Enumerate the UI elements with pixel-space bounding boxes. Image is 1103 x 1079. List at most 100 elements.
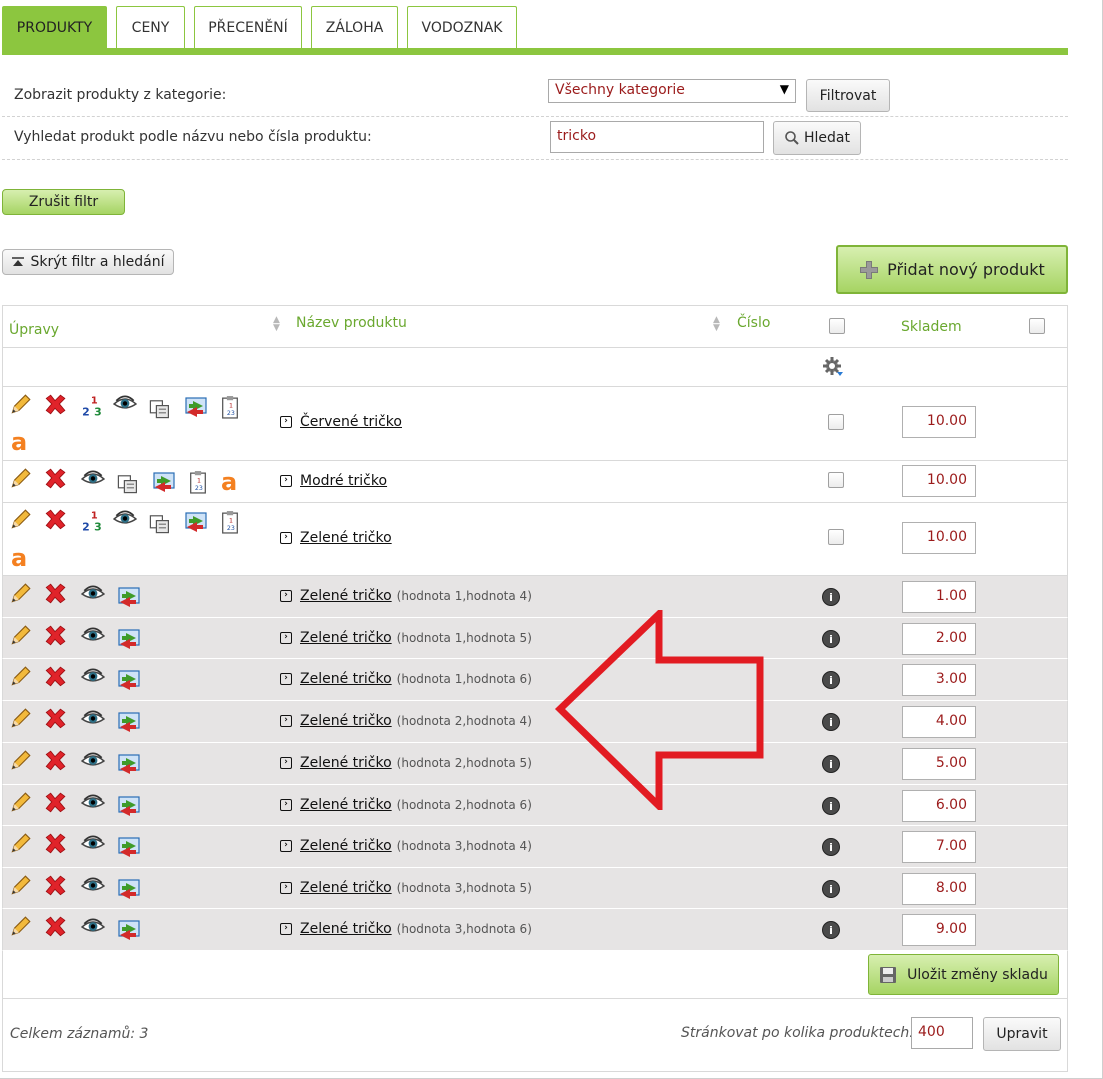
expand-icon[interactable]: › [280, 840, 292, 852]
info-icon[interactable]: i [822, 630, 840, 648]
product-link[interactable]: Zelené tričko [300, 838, 392, 854]
pencil-icon[interactable] [8, 874, 32, 898]
product-link[interactable]: Zelené tričko [300, 630, 392, 646]
expand-icon[interactable]: › [280, 632, 292, 644]
delete-icon[interactable] [43, 467, 67, 491]
expand-icon[interactable]: › [280, 673, 292, 685]
amazon-icon[interactable]: a [11, 430, 27, 454]
product-name[interactable]: › Zelené tričko (hodnota 3,hodnota 4) [280, 838, 532, 854]
product-name[interactable]: › Zelené tričko [280, 530, 392, 546]
eye-icon[interactable] [81, 832, 105, 856]
clipboard-icon[interactable] [218, 395, 242, 419]
transfer-icon[interactable] [116, 710, 140, 734]
search-button[interactable]: Hledat [773, 121, 861, 155]
stock-input[interactable]: 6.00 [902, 790, 976, 822]
pencil-icon[interactable] [8, 665, 32, 689]
stock-input[interactable]: 9.00 [902, 914, 976, 946]
product-link[interactable]: Zelené tričko [300, 755, 392, 771]
info-icon[interactable]: i [822, 797, 840, 815]
product-name[interactable]: › Zelené tričko (hodnota 1,hodnota 6) [280, 671, 532, 687]
pencil-icon[interactable] [8, 624, 32, 648]
stock-input[interactable]: 5.00 [902, 748, 976, 780]
update-button[interactable]: Upravit [983, 1017, 1061, 1051]
product-name[interactable]: › Zelené tričko (hodnota 3,hodnota 6) [280, 921, 532, 937]
expand-icon[interactable]: › [280, 475, 292, 487]
sort-number-icon[interactable]: ▲ ▼ [713, 316, 720, 333]
delete-icon[interactable] [43, 665, 67, 689]
pencil-icon[interactable] [8, 467, 32, 491]
stock-input[interactable]: 3.00 [902, 664, 976, 696]
delete-icon[interactable] [43, 874, 67, 898]
pencil-icon[interactable] [8, 791, 32, 815]
filter-button[interactable]: Filtrovat [806, 79, 890, 112]
expand-icon[interactable]: › [280, 882, 292, 894]
tab-vodoznak[interactable]: VODOZNAK [407, 6, 517, 48]
pencil-icon[interactable] [8, 393, 32, 417]
select-all-checkbox[interactable] [829, 318, 845, 334]
eye-icon[interactable] [81, 749, 105, 773]
eye-icon[interactable] [81, 915, 105, 939]
amazon-icon[interactable]: a [221, 470, 237, 494]
copy-icon[interactable] [148, 511, 172, 535]
transfer-icon[interactable] [116, 877, 140, 901]
product-name[interactable]: › Zelené tričko (hodnota 1,hodnota 4) [280, 588, 532, 604]
save-stock-button[interactable]: Uložit změny skladu [868, 954, 1059, 995]
info-icon[interactable]: i [822, 671, 840, 689]
eye-icon[interactable] [81, 791, 105, 815]
product-name[interactable]: › Zelené tričko (hodnota 3,hodnota 5) [280, 880, 532, 896]
product-link[interactable]: Zelené tričko [300, 880, 392, 896]
transfer-icon[interactable] [116, 918, 140, 942]
search-input[interactable]: tricko [550, 121, 764, 153]
product-link[interactable]: Zelené tričko [300, 530, 392, 546]
expand-icon[interactable]: › [280, 799, 292, 811]
info-icon[interactable]: i [822, 713, 840, 731]
copy-icon[interactable] [116, 471, 140, 495]
product-name[interactable]: › Červené tričko [280, 414, 402, 430]
product-link[interactable]: Zelené tričko [300, 588, 392, 604]
product-name[interactable]: › Modré tričko [280, 473, 387, 489]
expand-icon[interactable]: › [280, 715, 292, 727]
clipboard-icon[interactable] [218, 510, 242, 534]
transfer-icon[interactable] [116, 794, 140, 818]
delete-icon[interactable] [43, 749, 67, 773]
expand-icon[interactable]: › [280, 757, 292, 769]
expand-icon[interactable]: › [280, 416, 292, 428]
delete-icon[interactable] [43, 707, 67, 731]
info-icon[interactable]: i [822, 755, 840, 773]
stock-input[interactable]: 8.00 [902, 873, 976, 905]
delete-icon[interactable] [43, 832, 67, 856]
eye-icon[interactable] [113, 507, 137, 531]
product-link[interactable]: Modré tričko [300, 473, 387, 489]
amazon-icon[interactable]: a [11, 546, 27, 570]
stock-input[interactable]: 7.00 [902, 831, 976, 863]
stock-all-checkbox[interactable] [1029, 318, 1045, 334]
delete-icon[interactable] [43, 624, 67, 648]
tab-ceny[interactable]: CENY [116, 6, 185, 48]
delete-icon[interactable] [43, 791, 67, 815]
eye-icon[interactable] [81, 624, 105, 648]
info-icon[interactable]: i [822, 880, 840, 898]
stock-input[interactable]: 1.00 [902, 581, 976, 613]
numbering-icon[interactable] [81, 510, 105, 534]
header-number[interactable]: Číslo [737, 315, 770, 331]
eye-icon[interactable] [81, 707, 105, 731]
product-link[interactable]: Zelené tričko [300, 921, 392, 937]
eye-icon[interactable] [81, 467, 105, 491]
product-name[interactable]: › Zelené tričko (hodnota 2,hodnota 6) [280, 797, 532, 813]
eye-icon[interactable] [81, 582, 105, 606]
expand-icon[interactable]: › [280, 532, 292, 544]
transfer-icon[interactable] [116, 752, 140, 776]
eye-icon[interactable] [81, 665, 105, 689]
product-name[interactable]: › Zelené tričko (hodnota 1,hodnota 5) [280, 630, 532, 646]
tab-produkty[interactable]: PRODUKTY [2, 6, 107, 48]
product-link[interactable]: Zelené tričko [300, 671, 392, 687]
hide-filter-button[interactable]: Skrýt filtr a hledání [2, 249, 174, 275]
product-link[interactable]: Zelené tričko [300, 797, 392, 813]
pencil-icon[interactable] [8, 508, 32, 532]
product-name[interactable]: › Zelené tričko (hodnota 2,hodnota 5) [280, 755, 532, 771]
per-page-input[interactable]: 400 [911, 1017, 973, 1049]
eye-icon[interactable] [81, 874, 105, 898]
pencil-icon[interactable] [8, 707, 32, 731]
pencil-icon[interactable] [8, 582, 32, 606]
stock-input[interactable]: 2.00 [902, 623, 976, 655]
